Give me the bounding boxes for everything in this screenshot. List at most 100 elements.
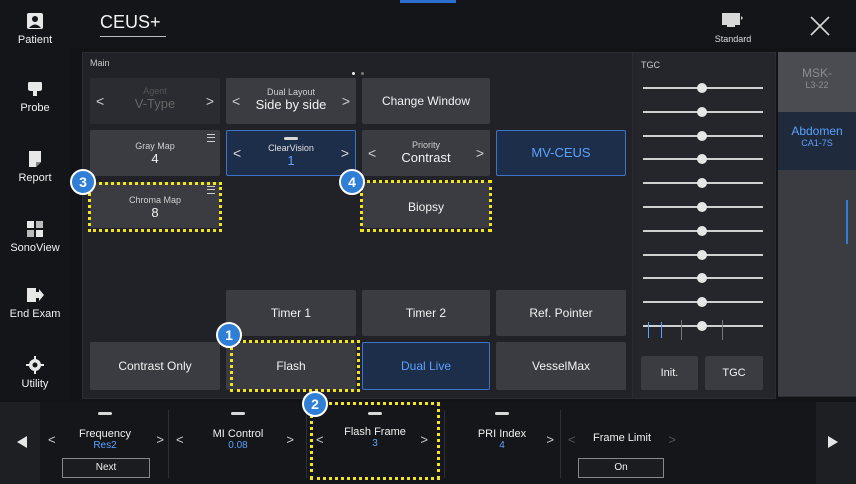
pri-index-control[interactable]: PRI Index 4 > xyxy=(446,404,558,482)
vesselmax-button[interactable]: VesselMax xyxy=(496,342,626,390)
highlight-flash xyxy=(230,340,360,392)
probe-slot-empty[interactable] xyxy=(778,282,856,339)
agent-label: Agent xyxy=(143,86,167,96)
sidebar-item-label: SonoView xyxy=(10,242,60,254)
report-icon xyxy=(29,151,41,167)
probe-slot-empty[interactable] xyxy=(778,338,856,397)
sidebar-item-label: Probe xyxy=(20,102,50,114)
frame-limit-toggle[interactable]: On xyxy=(578,458,664,478)
tgc-divider xyxy=(722,320,723,340)
left-sidebar xyxy=(0,0,70,400)
callout-badge-4: 4 xyxy=(339,169,365,195)
probe-slot-empty[interactable] xyxy=(778,170,856,227)
patient-icon xyxy=(27,13,43,29)
sidebar-item-report[interactable]: Report xyxy=(0,150,70,184)
sidebar-item-label: Patient xyxy=(17,34,53,46)
mi-control-label: MI Control xyxy=(212,428,264,440)
page-title: CEUS+ xyxy=(100,12,161,32)
priority-button[interactable]: < Priority Contrast > xyxy=(362,130,490,176)
monitor-icon[interactable] xyxy=(721,12,743,28)
tgc-slider-knob[interactable] xyxy=(697,226,707,236)
probe-icon xyxy=(28,82,42,96)
tgc-slider-knob[interactable] xyxy=(697,250,707,260)
tgc-button[interactable]: TGC xyxy=(705,356,763,390)
sidebar-item-utility[interactable]: Utility xyxy=(0,356,70,390)
sidebar-item-patient[interactable]: Patient xyxy=(0,12,70,46)
probe-name: Abdomen xyxy=(791,124,843,138)
divider xyxy=(168,410,169,478)
dual-live-button[interactable]: Dual Live xyxy=(362,342,490,390)
sidebar-item-label: End Exam xyxy=(9,308,61,320)
sidebar-item-probe[interactable]: Probe xyxy=(0,80,70,114)
tgc-slider-knob[interactable] xyxy=(697,154,707,164)
callout-badge-1: 1 xyxy=(216,322,242,348)
gray-map-label: Gray Map xyxy=(135,141,175,151)
probe-slot-empty[interactable] xyxy=(778,226,856,283)
probe-item-msk[interactable]: MSK- L3-22 xyxy=(778,52,856,113)
tgc-curve-icon[interactable] xyxy=(648,322,662,338)
divider xyxy=(306,410,307,478)
title-underline xyxy=(100,36,166,37)
callout-badge-3: 3 xyxy=(70,169,96,195)
divider xyxy=(560,410,561,478)
frequency-value: Res2 xyxy=(93,440,117,451)
sidebar-item-label: Utility xyxy=(21,378,49,390)
change-window-button[interactable]: Change Window xyxy=(362,78,490,124)
sonoview-icon xyxy=(27,221,43,237)
frequency-label: Frequency xyxy=(79,428,131,440)
probe-model: L3-22 xyxy=(805,80,829,90)
menu-icon xyxy=(207,134,215,142)
dual-layout-button[interactable]: < Dual Layout Side by side > xyxy=(226,78,356,124)
highlight-biopsy xyxy=(360,180,492,232)
highlight-chroma-map xyxy=(88,182,222,232)
tgc-slider-knob[interactable] xyxy=(697,131,707,141)
agent-value: V-Type xyxy=(134,96,176,111)
timer2-button[interactable]: Timer 2 xyxy=(362,290,490,336)
priority-value: Contrast xyxy=(401,150,451,165)
agent-button: < Agent V-Type > xyxy=(90,78,220,124)
tgc-slider-knob[interactable] xyxy=(697,273,707,283)
sidebar-item-sonoview[interactable]: SonoView xyxy=(0,220,70,254)
tgc-slider-knob[interactable] xyxy=(697,178,707,188)
contrast-only-button[interactable]: Contrast Only xyxy=(90,342,220,390)
tgc-slider-knob[interactable] xyxy=(697,202,707,212)
priority-label: Priority xyxy=(411,140,440,150)
sidebar-item-label: Report xyxy=(18,172,52,184)
probe-scroll-indicator[interactable] xyxy=(846,200,848,244)
display-mode-label: Standard xyxy=(714,34,752,44)
tgc-slider-knob[interactable] xyxy=(697,297,707,307)
sidebar-item-end-exam[interactable]: End Exam xyxy=(0,286,70,320)
tgc-slider-knob[interactable] xyxy=(697,83,707,93)
probe-item-abdomen[interactable]: Abdomen CA1-7S xyxy=(778,112,856,171)
dual-layout-label: Dual Layout xyxy=(266,87,316,97)
highlight-flash-frame xyxy=(310,402,440,480)
close-icon[interactable] xyxy=(808,14,832,38)
tgc-label: TGC xyxy=(641,60,660,70)
callout-badge-2: 2 xyxy=(302,391,328,417)
end-exam-icon xyxy=(27,288,44,302)
pri-index-label: PRI Index xyxy=(477,428,527,440)
left-arrow-icon[interactable] xyxy=(17,436,27,448)
tgc-slider-knob[interactable] xyxy=(697,107,707,117)
top-indicator xyxy=(400,0,456,3)
handle-icon xyxy=(284,137,298,140)
clearvision-button[interactable]: < ClearVision 1 > xyxy=(226,130,356,176)
main-panel-label: Main xyxy=(90,58,110,68)
dual-layout-value: Side by side xyxy=(255,97,327,112)
mv-ceus-button[interactable]: MV-CEUS xyxy=(496,130,626,176)
frequency-next-button[interactable]: Next xyxy=(62,458,150,478)
handle-icon xyxy=(98,412,112,415)
tgc-init-button[interactable]: Init. xyxy=(641,356,698,390)
gray-map-button[interactable]: Gray Map 4 xyxy=(90,130,220,176)
mi-control[interactable]: < MI Control 0.08 > xyxy=(172,404,304,482)
divider xyxy=(444,410,445,478)
right-arrow-icon[interactable] xyxy=(828,436,838,448)
ref-pointer-button[interactable]: Ref. Pointer xyxy=(496,290,626,336)
clearvision-label: ClearVision xyxy=(268,143,314,153)
tgc-slider-knob[interactable] xyxy=(697,321,707,331)
handle-icon xyxy=(495,412,509,415)
timer1-button[interactable]: Timer 1 xyxy=(226,290,356,336)
frame-limit-label: Frame Limit xyxy=(592,432,652,444)
probe-name: MSK- xyxy=(802,66,832,80)
clearvision-value: 1 xyxy=(287,153,295,168)
